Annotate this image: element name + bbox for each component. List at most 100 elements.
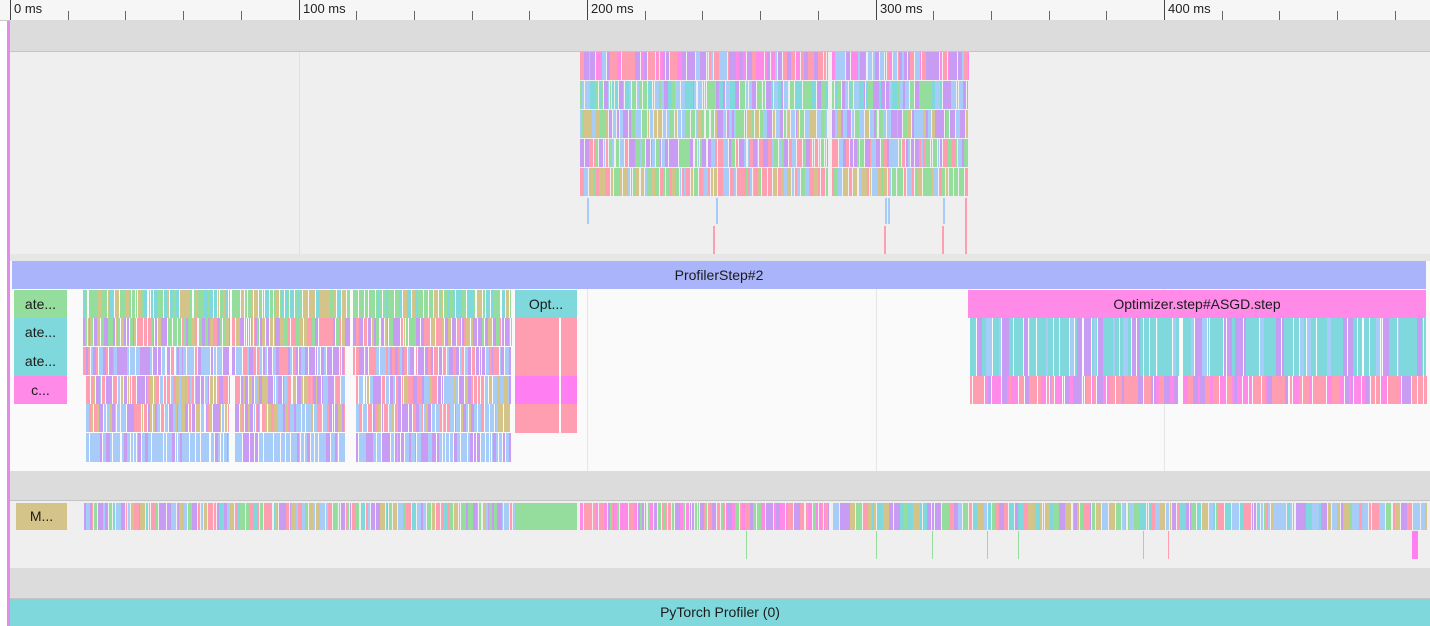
memory-event[interactable] <box>988 503 991 530</box>
operator-slice[interactable] <box>508 318 510 346</box>
kernel-slice[interactable] <box>711 110 714 138</box>
kernel-slice[interactable] <box>707 168 711 196</box>
operator-slice[interactable] <box>411 347 415 375</box>
operator-slice[interactable] <box>188 404 192 432</box>
operator-slice[interactable] <box>277 376 282 404</box>
operator-slice[interactable] <box>133 347 136 375</box>
operator-slice[interactable] <box>288 376 292 404</box>
optimizer-child-slice[interactable] <box>1023 318 1028 376</box>
operator-slice[interactable] <box>341 433 345 462</box>
operator-slice[interactable] <box>449 404 454 432</box>
kernel-slice[interactable] <box>792 168 795 196</box>
kernel-slice[interactable] <box>669 110 674 138</box>
operator-slice[interactable] <box>143 290 148 318</box>
kernel-slice[interactable] <box>686 168 690 196</box>
kernel-slice[interactable] <box>841 52 846 80</box>
memory-event[interactable] <box>874 503 876 530</box>
kernel-slice[interactable] <box>951 81 956 109</box>
operator-slice[interactable] <box>500 347 504 375</box>
operator-slice[interactable] <box>480 376 484 404</box>
kernel-slice[interactable] <box>612 139 615 167</box>
operator-slice[interactable] <box>346 318 350 346</box>
optimizer-child-slice[interactable] <box>1285 376 1289 404</box>
memory-event[interactable] <box>107 503 109 530</box>
kernel-slice[interactable] <box>935 139 938 167</box>
memory-event[interactable] <box>1040 503 1043 530</box>
kernel-slice[interactable] <box>702 81 705 109</box>
operator-slice[interactable] <box>164 318 168 346</box>
operator-slice[interactable] <box>486 433 489 462</box>
optimizer-child-slice[interactable] <box>1217 318 1224 376</box>
operator-slice[interactable] <box>254 290 258 318</box>
kernel-slice[interactable] <box>774 52 778 80</box>
operator-slice[interactable] <box>453 290 456 318</box>
memory-event[interactable] <box>799 503 805 530</box>
operator-slice[interactable] <box>265 404 268 432</box>
memory-event[interactable] <box>1425 503 1427 530</box>
operator-slice[interactable] <box>258 290 262 318</box>
memory-event[interactable] <box>1289 503 1293 530</box>
optimizer-child-slice[interactable] <box>1008 318 1014 376</box>
kernel-slice[interactable] <box>910 139 915 167</box>
operator-slice[interactable] <box>403 318 405 346</box>
operator-slice[interactable] <box>482 290 485 318</box>
kernel-slice[interactable] <box>694 168 698 196</box>
memory-event[interactable] <box>927 503 932 530</box>
operator-slice[interactable] <box>488 318 492 346</box>
memory-event[interactable] <box>121 503 126 530</box>
kernel-slice[interactable] <box>954 168 959 196</box>
kernel-slice[interactable] <box>773 139 778 167</box>
operator-slice[interactable] <box>333 318 336 346</box>
operator-slice[interactable] <box>126 433 130 462</box>
memory-event[interactable] <box>1282 503 1287 530</box>
optimizer-child-slice[interactable] <box>1242 376 1248 404</box>
kernel-slice[interactable] <box>813 81 816 109</box>
kernel-slice[interactable] <box>731 139 736 167</box>
operator-slice[interactable] <box>113 290 115 318</box>
memory-event[interactable] <box>204 503 208 530</box>
kernel-slice[interactable] <box>966 81 968 109</box>
memory-event[interactable] <box>683 503 685 530</box>
operator-slice[interactable] <box>300 318 303 346</box>
operator-slice[interactable] <box>210 347 214 375</box>
memory-event[interactable] <box>657 503 661 530</box>
kernel-slice[interactable] <box>893 52 897 80</box>
memory-event[interactable] <box>852 503 855 530</box>
operator-slice[interactable] <box>207 376 210 404</box>
operator-slice[interactable] <box>235 404 239 432</box>
optimizer-child-slice[interactable] <box>1304 318 1307 376</box>
kernel-slice[interactable] <box>761 52 765 80</box>
kernel-slice[interactable] <box>959 168 965 196</box>
memory-event[interactable] <box>240 503 245 530</box>
operator-slice[interactable] <box>471 347 476 375</box>
kernel-slice[interactable] <box>939 110 944 138</box>
memory-event[interactable] <box>267 503 273 530</box>
operator-slice[interactable] <box>249 433 254 462</box>
kernel-slice[interactable] <box>791 139 797 167</box>
operator-slice[interactable] <box>365 404 367 432</box>
operator-slice[interactable] <box>288 290 290 318</box>
kernel-slice[interactable] <box>898 110 903 138</box>
operator-slice[interactable] <box>376 318 380 346</box>
operator-slice[interactable] <box>228 318 230 346</box>
operator-slice[interactable] <box>152 318 154 346</box>
kernel-slice[interactable] <box>639 81 642 109</box>
kernel-slice[interactable] <box>688 110 690 138</box>
kernel-slice[interactable] <box>624 110 628 138</box>
operator-slice[interactable] <box>398 433 400 462</box>
operator-slice[interactable] <box>444 404 446 432</box>
operator-slice[interactable] <box>364 290 369 318</box>
kernel-slice[interactable] <box>820 168 826 196</box>
operator-slice[interactable] <box>336 433 338 462</box>
operator-slice[interactable] <box>432 433 437 462</box>
kernel-slice[interactable] <box>713 168 718 196</box>
kernel-slice[interactable] <box>791 52 795 80</box>
memory-event[interactable] <box>476 503 479 530</box>
operator-slice[interactable] <box>232 318 236 346</box>
operator-slice[interactable] <box>320 404 323 432</box>
operator-slice[interactable] <box>482 347 485 375</box>
operator-slice[interactable] <box>316 433 318 462</box>
operator-slice[interactable] <box>328 404 332 432</box>
operator-slice[interactable] <box>168 318 173 346</box>
kernel-slice[interactable] <box>908 139 910 167</box>
